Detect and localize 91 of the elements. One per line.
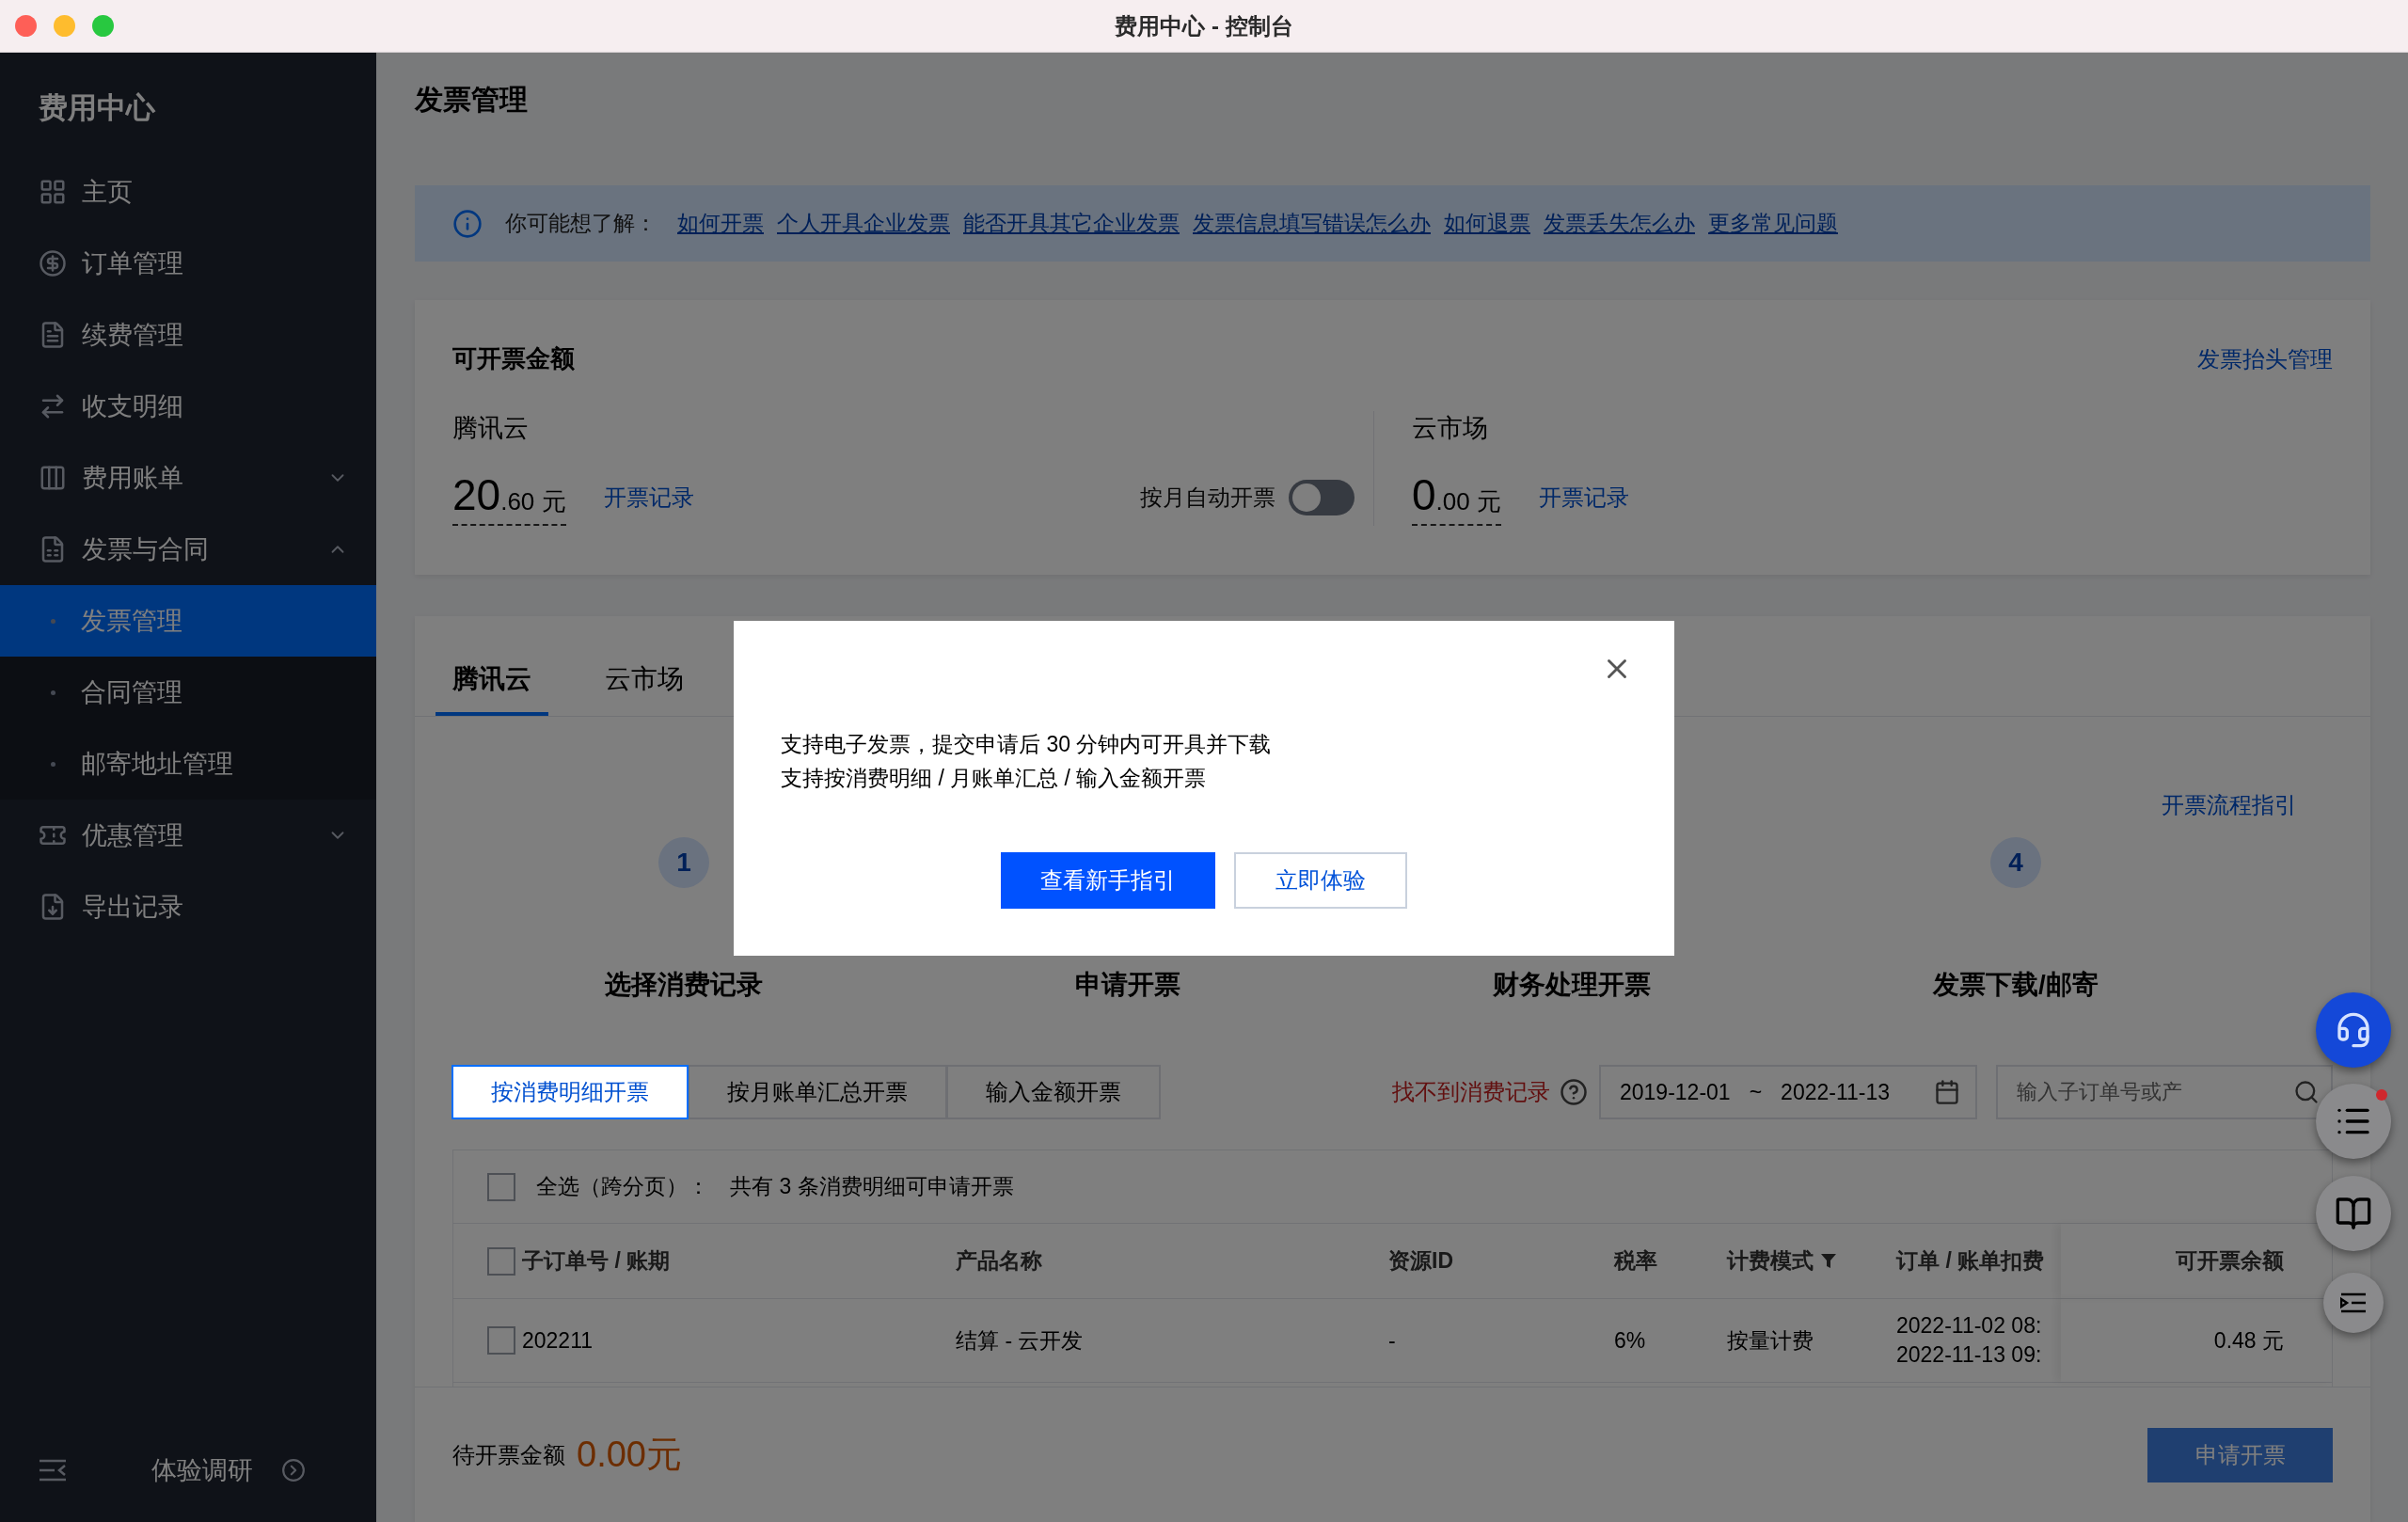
help-link[interactable]: 如何开票 — [677, 209, 764, 238]
step-number: 1 — [658, 837, 709, 888]
deduction-time: 2022-11-13 09: — [1896, 1342, 2043, 1368]
nav-subitem[interactable]: 发票管理 — [0, 585, 376, 657]
column-header: 子订单号 / 账期 — [522, 1247, 672, 1275]
table-cell-text: 6% — [1614, 1327, 1647, 1354]
help-link[interactable]: 更多常见问题 — [1708, 209, 1838, 238]
help-link[interactable]: 个人开具企业发票 — [777, 209, 950, 238]
close-window-button[interactable] — [15, 15, 37, 37]
nav-item[interactable]: 主页 — [0, 156, 376, 228]
info-icon — [452, 208, 483, 239]
nav-item[interactable]: 收支明细 — [0, 371, 376, 442]
coin-icon — [39, 249, 67, 277]
step-label: 申请开票 — [1075, 969, 1180, 1001]
chevron-right-icon — [281, 1458, 306, 1482]
account-name: 腾讯云 — [452, 413, 530, 444]
invoice-record-link[interactable]: 开票记录 — [603, 483, 694, 513]
page-title: 发票管理 — [415, 83, 529, 117]
nav-item[interactable]: 发票与合同 — [0, 514, 376, 585]
headset-icon — [2335, 1011, 2372, 1049]
toggle-switch[interactable] — [1289, 480, 1354, 515]
step-label: 财务处理开票 — [1493, 969, 1651, 1001]
table-cell-text: 结算 - 云开发 — [956, 1326, 1085, 1355]
select-all-label: 全选（跨分页）： — [536, 1173, 709, 1200]
amount-value: 20.60 元 — [452, 469, 566, 526]
collapse-icon[interactable] — [39, 1458, 67, 1482]
card-title: 可开票金额 — [452, 343, 575, 374]
help-icon[interactable] — [1560, 1078, 1588, 1106]
notification-dot — [2376, 1089, 2387, 1101]
help-link[interactable]: 发票丢失怎么办 — [1544, 209, 1695, 238]
help-link[interactable]: 如何退票 — [1444, 209, 1530, 238]
date-separator: ~ — [1749, 1079, 1763, 1105]
nav-item[interactable]: 续费管理 — [0, 299, 376, 371]
step-number: 4 — [1990, 837, 2041, 888]
pending-amount-label: 待开票金额 — [452, 1440, 565, 1469]
survey-link[interactable]: 体验调研 — [151, 1453, 253, 1487]
pending-amount: 0.00元 — [577, 1434, 682, 1476]
mode-button[interactable]: 输入金额开票 — [946, 1065, 1161, 1119]
column-header: 税率 — [1614, 1247, 1658, 1275]
toggle-label: 按月自动开票 — [1140, 484, 1275, 512]
window-title: 费用中心 - 控制台 — [1115, 11, 1293, 40]
date-range-field[interactable]: 2019-12-01 ~ 2022-11-13 — [1599, 1065, 1977, 1119]
help-link[interactable]: 能否开具其它企业发票 — [963, 209, 1180, 238]
nav-subitem[interactable]: 合同管理 — [0, 657, 376, 728]
dialog-text: 支持按消费明细 / 月账单汇总 / 输入金额开票 — [781, 765, 1208, 792]
step-label: 发票下载/邮寄 — [1933, 969, 2099, 1001]
selection-summary: 共有 3 条消费明细可申请开票 — [730, 1173, 1014, 1200]
deduction-time: 2022-11-02 08: — [1896, 1313, 2043, 1339]
account-name: 云市场 — [1412, 413, 1489, 444]
nav-item[interactable]: 导出记录 — [0, 871, 376, 943]
calendar-icon — [1934, 1079, 1960, 1105]
missing-record-link[interactable]: 找不到消费记录 — [1392, 1077, 1550, 1107]
column-header: 产品名称 — [956, 1247, 1043, 1275]
start-date: 2019-12-01 — [1620, 1079, 1731, 1105]
try-button[interactable]: 立即体验 — [1234, 852, 1407, 909]
grid-icon — [39, 178, 67, 206]
table-cell-text: 202211 — [522, 1327, 594, 1354]
balance-cell: 0.48 元 — [2061, 1299, 2332, 1382]
checkbox[interactable] — [487, 1326, 515, 1355]
invoice-record-link[interactable]: 开票记录 — [1538, 483, 1629, 513]
amount-value: 0.00 元 — [1412, 469, 1501, 526]
table-cell-text: - — [1388, 1327, 1397, 1354]
checkbox[interactable] — [487, 1172, 515, 1201]
notice-prefix: 你可能想了解： — [505, 210, 657, 237]
nav-item[interactable]: 订单管理 — [0, 228, 376, 299]
nav-subitem[interactable]: 邮寄地址管理 — [0, 728, 376, 800]
search-icon[interactable] — [2293, 1079, 2320, 1105]
help-link[interactable]: 发票信息填写错误怎么办 — [1193, 209, 1431, 238]
filter-icon[interactable] — [1821, 1253, 1836, 1269]
columns-icon — [39, 464, 67, 492]
checkbox[interactable] — [487, 1246, 515, 1276]
column-header: 计费模式 — [1727, 1246, 1896, 1276]
indent-icon — [2340, 1292, 2367, 1313]
header-management-link[interactable]: 发票抬头管理 — [2197, 343, 2333, 374]
table-cell-text: 按量计费 — [1727, 1326, 1814, 1355]
end-date: 2022-11-13 — [1781, 1079, 1891, 1105]
column-header: 资源ID — [1388, 1247, 1454, 1275]
tab[interactable]: 腾讯云 — [436, 661, 548, 716]
step-label: 选择消费记录 — [605, 969, 763, 1001]
tab[interactable]: 云市场 — [588, 661, 701, 716]
mode-button[interactable]: 按消费明细开票 — [452, 1065, 689, 1119]
column-header: 订单 / 账单扣费 — [1896, 1247, 2046, 1275]
nav-item[interactable]: 优惠管理 — [0, 800, 376, 871]
guide-button[interactable]: 查看新手指引 — [1001, 852, 1215, 909]
sidebar-title: 费用中心 — [38, 90, 156, 126]
search-field[interactable]: 输入子订单号或产 — [1996, 1065, 2333, 1119]
dialog-text: 支持电子发票，提交申请后 30 分钟内可开具并下载 — [781, 731, 1273, 758]
nav-item[interactable]: 费用账单 — [0, 442, 376, 514]
guide-link[interactable]: 开票流程指引 — [2162, 790, 2297, 820]
column-header: 可开票余额 — [2061, 1224, 2332, 1298]
mode-button[interactable]: 按月账单汇总开票 — [688, 1065, 947, 1119]
